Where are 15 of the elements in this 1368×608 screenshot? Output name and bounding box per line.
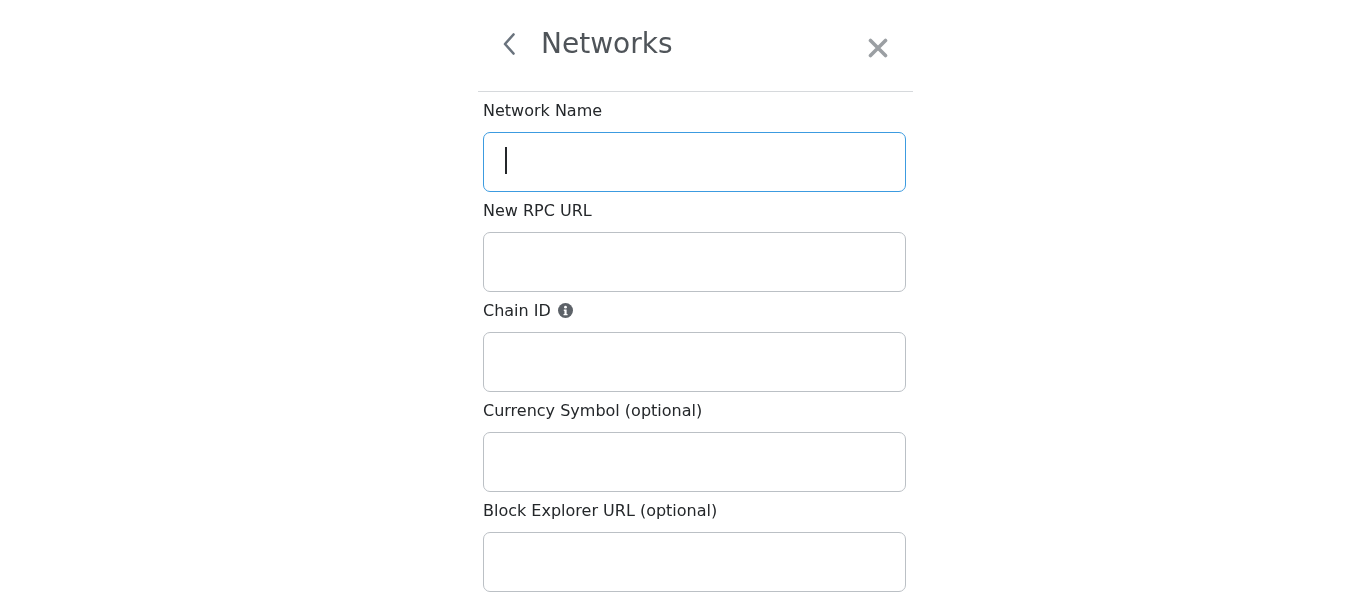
field-label: Currency Symbol (optional) <box>483 400 703 420</box>
input-field[interactable] <box>483 432 906 492</box>
field-label: Chain ID <box>483 300 551 320</box>
page-title: Networks <box>541 27 673 61</box>
input-field[interactable] <box>483 232 906 292</box>
input-field[interactable] <box>483 532 906 592</box>
input-field[interactable] <box>483 132 906 192</box>
back-icon[interactable] <box>503 32 515 55</box>
text-cursor-icon <box>505 147 507 174</box>
field-label: Block Explorer URL (optional) <box>483 500 718 520</box>
field-label: Network Name <box>483 100 603 120</box>
close-icon[interactable] <box>868 37 888 58</box>
info-icon[interactable] <box>557 302 573 318</box>
field-label: New RPC URL <box>483 200 592 220</box>
input-field[interactable] <box>483 332 906 392</box>
